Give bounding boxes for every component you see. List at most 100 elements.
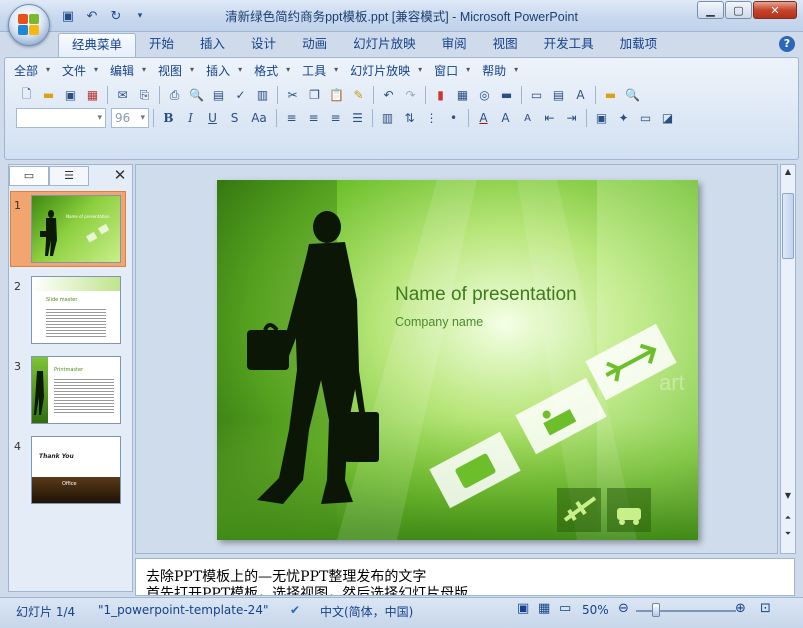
fill-icon[interactable]: ◪	[657, 108, 678, 129]
decrease-indent-icon[interactable]: ⇤	[539, 108, 560, 129]
previous-slide-icon[interactable]: ⏶	[782, 513, 794, 523]
scroll-down-icon[interactable]: ▼	[782, 491, 794, 500]
redo-icon[interactable]: ↷	[400, 85, 421, 106]
scroll-thumb[interactable]	[782, 193, 794, 259]
menu-edit[interactable]: 编辑	[110, 62, 158, 80]
slide-sorter-icon[interactable]: ▦	[538, 601, 550, 616]
zoom-out-icon[interactable]: ⊖	[618, 601, 629, 616]
new-slide-2-icon[interactable]: ✦	[613, 108, 634, 129]
slideshow-view-icon[interactable]: ▭	[559, 601, 571, 616]
align-center-icon[interactable]: ≡	[303, 108, 324, 129]
format-painter-icon[interactable]: ✎	[348, 85, 369, 106]
design-icon[interactable]: ▣	[591, 108, 612, 129]
paste-icon[interactable]: 📋	[326, 85, 347, 106]
grow-font-icon[interactable]: A	[495, 108, 516, 129]
numbering-icon[interactable]: ⋮	[421, 108, 442, 129]
bold-icon[interactable]: B	[158, 108, 179, 129]
maximize-button[interactable]: ▢	[725, 1, 752, 19]
save-icon[interactable]: ▣	[60, 85, 81, 106]
zoom-level[interactable]: 50%	[582, 603, 609, 617]
menu-all[interactable]: 全部	[14, 62, 62, 80]
attach-icon[interactable]: ⎘	[134, 85, 155, 106]
find-icon[interactable]: 🔍	[622, 85, 643, 106]
normal-view-icon[interactable]: ▣	[517, 601, 529, 616]
chart-icon[interactable]: ▮	[430, 85, 451, 106]
fit-to-window-icon[interactable]: ⊡	[760, 601, 771, 616]
scroll-up-icon[interactable]: ▲	[782, 167, 794, 179]
font-size-combo[interactable]: 96	[111, 108, 149, 128]
tab-slides-icon[interactable]: ▭	[9, 166, 49, 186]
tab-insert[interactable]: 插入	[187, 33, 238, 57]
spelling-check-icon[interactable]: ✔	[290, 603, 300, 617]
font-color-icon[interactable]: A	[473, 108, 494, 129]
language-indicator[interactable]: 中文(简体，中国)	[320, 603, 413, 620]
align-left-icon[interactable]: ≡	[281, 108, 302, 129]
increase-indent-icon[interactable]: ⇥	[561, 108, 582, 129]
tab-home[interactable]: 开始	[136, 33, 187, 57]
italic-icon[interactable]: I	[180, 108, 201, 129]
office-button[interactable]	[8, 4, 50, 46]
new-document-icon[interactable]: 🗋	[16, 85, 37, 106]
tab-view[interactable]: 视图	[480, 33, 531, 57]
textbox-icon[interactable]: A	[570, 85, 591, 106]
tab-developer[interactable]: 开发工具	[531, 33, 607, 57]
shapes-icon[interactable]: ▭	[635, 108, 656, 129]
slide-thumbnail-3[interactable]: Printmaster	[31, 356, 121, 424]
tab-animations[interactable]: 动画	[289, 33, 340, 57]
zoom-slider-track[interactable]	[636, 610, 736, 612]
help-icon[interactable]: ?	[779, 36, 795, 52]
clipart-icon[interactable]: ◎	[474, 85, 495, 106]
color-grayscale-icon[interactable]: ▬	[496, 85, 517, 106]
columns-icon[interactable]: ▥	[377, 108, 398, 129]
justify-icon[interactable]: ☰	[347, 108, 368, 129]
menu-help[interactable]: 帮助	[482, 62, 530, 80]
email-icon[interactable]: ✉	[112, 85, 133, 106]
notes-pane[interactable]: 去除PPT模板上的—无忧PPT整理发布的文字 首先打开PPT模板，选择视图，然后…	[135, 558, 795, 596]
slide-thumbnail-1[interactable]: Name of presentation	[31, 195, 121, 263]
print-icon[interactable]: ⎙	[164, 85, 185, 106]
grid-icon[interactable]: ▤	[208, 85, 229, 106]
cut-icon[interactable]: ✂	[282, 85, 303, 106]
tab-classic-menu[interactable]: 经典菜单	[58, 33, 137, 57]
minimize-button[interactable]: ▁	[697, 1, 724, 19]
research-icon[interactable]: ▥	[252, 85, 273, 106]
slide-thumbnail-4[interactable]: Thank You Office	[31, 436, 121, 504]
tab-outline-icon[interactable]: ☰	[49, 166, 89, 186]
undo-icon[interactable]: ↶	[378, 85, 399, 106]
close-pane-icon[interactable]: ✕	[112, 166, 128, 184]
zoom-slider-thumb[interactable]	[652, 603, 660, 617]
shrink-font-icon[interactable]: A	[517, 108, 538, 129]
print-preview-icon[interactable]: 🔍	[186, 85, 207, 106]
folder-icon[interactable]: ▬	[600, 85, 621, 106]
tab-addins[interactable]: 加载项	[607, 33, 671, 57]
open-folder-icon[interactable]: ▬	[38, 85, 59, 106]
tab-review[interactable]: 审阅	[429, 33, 480, 57]
layout-icon[interactable]: ▤	[548, 85, 569, 106]
spelling-icon[interactable]: ✓	[230, 85, 251, 106]
permission-icon[interactable]: ▦	[82, 85, 103, 106]
menu-tools[interactable]: 工具	[302, 62, 350, 80]
menu-slideshow[interactable]: 幻灯片放映	[350, 62, 434, 80]
new-slide-icon[interactable]: ▭	[526, 85, 547, 106]
menu-insert[interactable]: 插入	[206, 62, 254, 80]
change-case-icon[interactable]: Aa	[246, 108, 272, 129]
menu-window[interactable]: 窗口	[434, 62, 482, 80]
slide-thumbnail-2[interactable]: Slide master	[31, 276, 121, 344]
align-right-icon[interactable]: ≡	[325, 108, 346, 129]
close-button[interactable]: ✕	[753, 1, 797, 19]
text-direction-icon[interactable]: ⇅	[399, 108, 420, 129]
slide-title[interactable]: Name of presentation	[395, 284, 577, 306]
menu-format[interactable]: 格式	[254, 62, 302, 80]
shadow-icon[interactable]: S	[224, 108, 245, 129]
menu-view[interactable]: 视图	[158, 62, 206, 80]
slide-subtitle[interactable]: Company name	[395, 315, 483, 329]
zoom-in-icon[interactable]: ⊕	[735, 601, 746, 616]
copy-icon[interactable]: ❐	[304, 85, 325, 106]
font-name-combo[interactable]	[16, 108, 106, 128]
slide-canvas[interactable]: art Name of presentation Company name	[217, 180, 698, 540]
tab-design[interactable]: 设计	[238, 33, 289, 57]
bullets-icon[interactable]: •	[443, 108, 464, 129]
tab-slideshow[interactable]: 幻灯片放映	[340, 33, 429, 57]
underline-icon[interactable]: U	[202, 108, 223, 129]
next-slide-icon[interactable]: ⏷	[782, 529, 794, 539]
